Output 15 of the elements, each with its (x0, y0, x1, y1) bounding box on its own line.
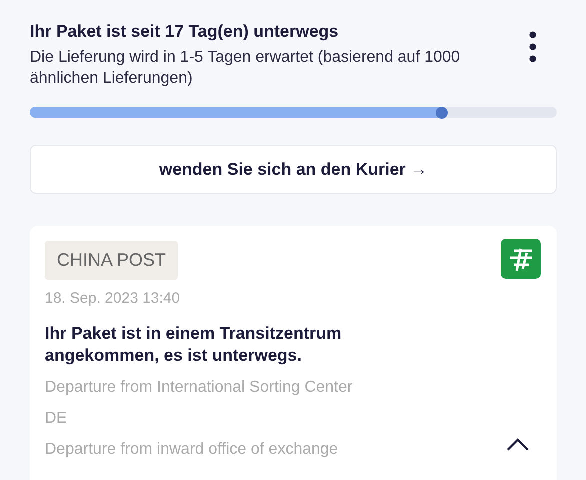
contact-courier-button[interactable]: wenden Sie sich an den Kurier → (30, 145, 557, 194)
delivery-title: Ihr Paket ist seit 17 Tag(en) unterwegs (30, 21, 340, 43)
event-timestamp: 18. Sep. 2023 13:40 (45, 289, 182, 309)
delivery-estimate: Die Lieferung wird in 1-5 Tagen erwartet (basierend auf 1000 ähnlichen Lieferungen) (30, 48, 462, 89)
event-detail: DE (45, 408, 68, 428)
event-detail: Departure from inward office of exchange (45, 440, 340, 460)
progress-thumb (436, 106, 448, 118)
event-status: Ihr Paket ist in einem Transitzentrum angekommen, es ist unterwegs. (45, 322, 343, 366)
more-menu-button[interactable] (529, 31, 537, 63)
collapse-toggle[interactable] (506, 438, 530, 452)
more-icon (529, 31, 537, 63)
chevron-up-icon (506, 438, 530, 452)
event-detail: Departure from International Sorting Center (45, 378, 353, 398)
carrier-tag: CHINA POST (45, 241, 178, 280)
carrier-logo-icon (501, 239, 541, 279)
